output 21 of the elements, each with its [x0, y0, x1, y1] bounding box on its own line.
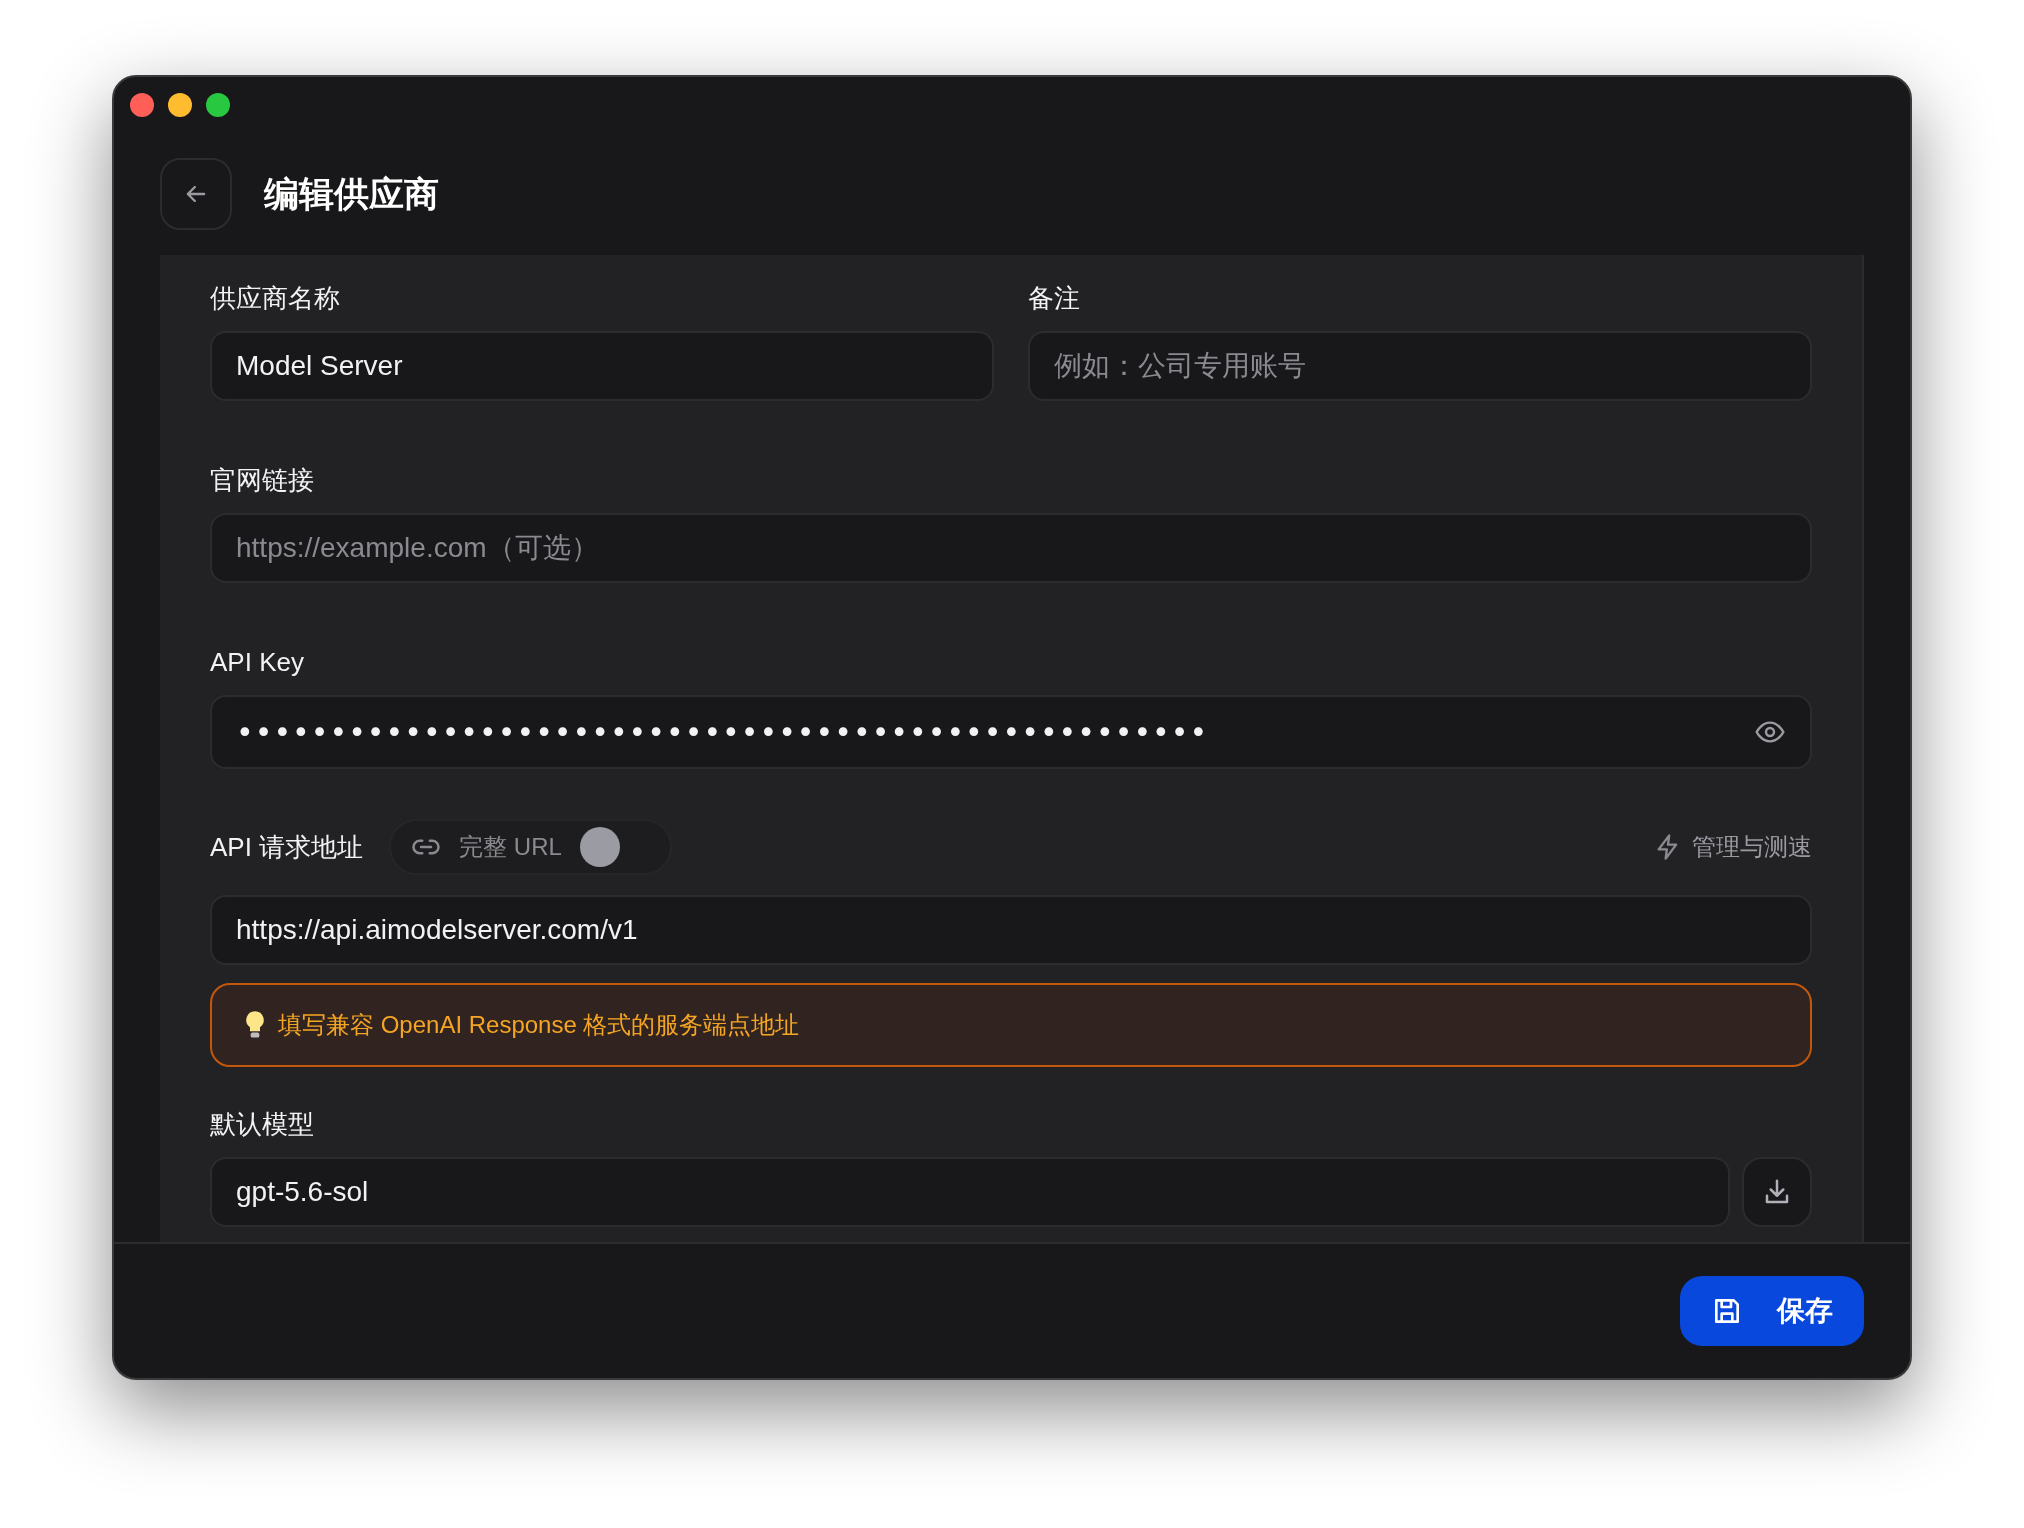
input-field[interactable]: gpt-5.6-sol [210, 1157, 1730, 1227]
manage-link[interactable]: 管理与测速 [1654, 831, 1812, 863]
input-field[interactable]: 例如：公司专用账号 [1028, 331, 1812, 401]
hint-text: 填写兼容 OpenAI Response 格式的服务端点地址 [278, 1010, 800, 1040]
input-field[interactable]: https://example.com（可选） [210, 513, 1812, 583]
password-field[interactable]: •••••••••••••••••••••••••••••••••••••••••••••••••••• [210, 695, 1812, 769]
field-label: API 请求地址 [210, 830, 364, 864]
input-field[interactable]: https://api.aimodelserver.com/v1 [210, 895, 1812, 965]
field-label: 供应商名称 [210, 281, 341, 315]
save-button[interactable]: 保存 [1680, 1276, 1864, 1346]
input-field[interactable]: Model Server [210, 331, 994, 401]
zoom-button[interactable] [206, 93, 230, 117]
download-button[interactable] [1742, 1157, 1812, 1227]
minimize-button[interactable] [168, 93, 192, 117]
field-label: 默认模型 [210, 1107, 315, 1141]
page-title: 编辑供应商 [264, 172, 439, 215]
field-label: 官网链接 [210, 463, 315, 497]
field-label: API Key [210, 645, 305, 679]
close-button[interactable] [130, 93, 154, 117]
toggle-label: 完整 URL [459, 832, 562, 862]
field-label: 备注 [1028, 281, 1081, 315]
